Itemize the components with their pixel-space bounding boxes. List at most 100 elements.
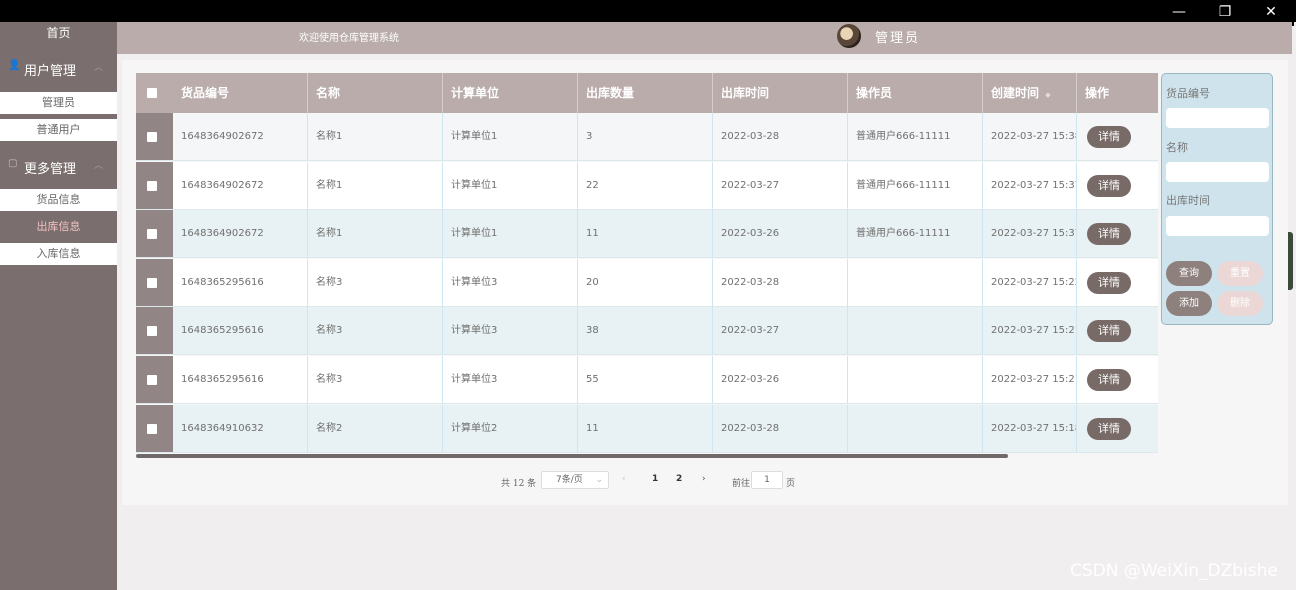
label-name: 名称 <box>1166 141 1188 154</box>
cell-out-time: 2022-03-28 <box>713 113 848 161</box>
sidebar: 首页 👤 用户管理 ︿ 管理员 普通用户 ▢ 更多管理 ︿ 货品信息 出库信息 … <box>0 22 117 590</box>
cell-out-time: 2022-03-28 <box>713 258 848 307</box>
cell-code: 1648364902672 <box>173 113 308 161</box>
sidebar-group-label: 更多管理 <box>24 162 77 177</box>
sidebar-item-admin[interactable]: 管理员 <box>0 92 117 114</box>
column-header-unit[interactable]: 计算单位 <box>443 73 578 113</box>
data-table: 货品编号 名称 计算单位 出库数量 出库时间 操作员 创建时间 ◆ 操作 164… <box>136 73 1158 458</box>
column-header-operator[interactable]: 操作员 <box>848 73 983 113</box>
column-header-code[interactable]: 货品编号 <box>173 73 308 113</box>
cell-code: 1648364902672 <box>173 161 308 210</box>
cell-out-time: 2022-03-27 <box>713 161 848 210</box>
column-header-out-time[interactable]: 出库时间 <box>713 73 848 113</box>
code-input[interactable] <box>1166 108 1269 128</box>
prev-page-button[interactable]: ‹ <box>622 474 626 484</box>
cell-unit: 计算单位1 <box>443 113 578 161</box>
cell-created: 2022-03-27 15:18 <box>983 404 1077 453</box>
page-2[interactable]: 2 <box>676 474 682 484</box>
row-checkbox[interactable] <box>147 277 157 288</box>
cell-quantity: 3 <box>578 113 713 161</box>
add-button[interactable]: 添加 <box>1166 291 1212 316</box>
column-header-name[interactable]: 名称 <box>308 73 443 113</box>
table-row: 1648365295616 名称3 计算单位3 55 2022-03-26 2022-03… <box>136 356 1158 404</box>
row-checkbox-cell <box>136 307 173 355</box>
cell-name: 名称3 <box>308 258 443 307</box>
row-checkbox[interactable] <box>147 132 157 142</box>
chevron-down-icon: ⌄ <box>595 475 603 485</box>
avatar[interactable] <box>837 24 861 48</box>
row-checkbox-cell <box>136 113 173 160</box>
column-header-action: 操作 <box>1085 86 1110 100</box>
sidebar-item-inbound[interactable]: 入库信息 <box>0 243 117 265</box>
cell-created: 2022-03-27 15:37 <box>983 161 1077 210</box>
cell-operator: 普通用户666-11111 <box>848 113 983 161</box>
goto-page-input[interactable]: 1 <box>751 471 783 489</box>
detail-button[interactable]: 详情 <box>1087 126 1131 148</box>
cell-unit: 计算单位3 <box>443 258 578 307</box>
out-time-input[interactable] <box>1166 216 1269 236</box>
sort-icon[interactable]: ◆ <box>1045 91 1050 99</box>
cell-operator <box>848 258 983 307</box>
cell-created: 2022-03-27 15:37 <box>983 210 1077 259</box>
row-checkbox[interactable] <box>147 180 157 191</box>
row-checkbox[interactable] <box>147 229 157 240</box>
row-checkbox[interactable] <box>147 326 157 337</box>
cell-code: 1648365295616 <box>173 258 308 307</box>
detail-button[interactable]: 详情 <box>1087 320 1131 343</box>
username[interactable]: 管理员 <box>875 27 920 46</box>
sidebar-item-normal-user[interactable]: 普通用户 <box>0 119 117 141</box>
table-horizontal-scrollbar[interactable] <box>136 454 1008 458</box>
row-checkbox[interactable] <box>147 423 157 434</box>
detail-button[interactable]: 详情 <box>1087 417 1131 440</box>
row-checkbox-cell <box>136 161 173 209</box>
sidebar-item-goods[interactable]: 货品信息 <box>0 189 117 211</box>
cell-operator: 普通用户666-11111 <box>848 161 983 210</box>
cell-name: 名称2 <box>308 404 443 453</box>
table-header: 货品编号 名称 计算单位 出库数量 出库时间 操作员 创建时间 ◆ 操作 <box>136 73 1158 113</box>
cell-out-time: 2022-03-26 <box>713 356 848 404</box>
reset-button[interactable]: 重置 <box>1217 261 1263 286</box>
row-checkbox-cell <box>136 210 173 258</box>
column-header-quantity[interactable]: 出库数量 <box>578 73 713 113</box>
cell-code: 1648365295616 <box>173 356 308 404</box>
cell-name: 名称1 <box>308 113 443 161</box>
row-checkbox-cell <box>136 258 173 306</box>
page-size-select[interactable]: 7条/页 ⌄ <box>541 471 609 489</box>
sidebar-item-outbound[interactable]: 出库信息 <box>0 216 117 238</box>
delete-button[interactable]: 删除 <box>1217 291 1263 316</box>
chevron-up-icon: ︿ <box>94 63 104 73</box>
cell-quantity: 22 <box>578 161 713 210</box>
table-row: 1648364910632 名称2 计算单位2 11 2022-03-28 2022-03… <box>136 404 1158 453</box>
page-1[interactable]: 1 <box>652 474 658 484</box>
cell-name: 名称3 <box>308 307 443 356</box>
top-header: 欢迎使用仓库管理系统 管理员 <box>117 22 1292 54</box>
table-row: 1648365295616 名称3 计算单位3 20 2022-03-28 2022-03… <box>136 258 1158 307</box>
table-row: 1648364902672 名称1 计算单位1 11 2022-03-26 普通用户666… <box>136 210 1158 259</box>
detail-button[interactable]: 详情 <box>1087 223 1131 246</box>
cell-unit: 计算单位3 <box>443 356 578 404</box>
select-all-checkbox[interactable] <box>147 88 157 98</box>
table-row: 1648364902672 名称1 计算单位1 22 2022-03-27 普通用户666… <box>136 161 1158 210</box>
cell-code: 1648364902672 <box>173 210 308 259</box>
row-checkbox[interactable] <box>147 375 157 385</box>
cell-operator <box>848 356 983 404</box>
cell-quantity: 11 <box>578 210 713 259</box>
header-checkbox-cell <box>136 73 173 113</box>
row-checkbox-cell <box>136 356 173 403</box>
goto-unit: 页 <box>786 479 796 489</box>
row-checkbox-cell <box>136 404 173 452</box>
cell-name: 名称1 <box>308 210 443 259</box>
detail-button[interactable]: 详情 <box>1087 271 1131 294</box>
column-header-created[interactable]: 创建时间 ◆ <box>983 73 1077 113</box>
sidebar-home[interactable]: 首页 <box>0 24 117 41</box>
query-button[interactable]: 查询 <box>1166 261 1212 286</box>
cell-operator: 普通用户666-11111 <box>848 210 983 259</box>
watermark: CSDN @WeiXin_DZbishe <box>1070 561 1278 581</box>
name-input[interactable] <box>1166 162 1269 182</box>
next-page-button[interactable]: › <box>702 474 706 484</box>
cell-unit: 计算单位1 <box>443 210 578 259</box>
detail-button[interactable]: 详情 <box>1087 174 1131 197</box>
cell-created: 2022-03-27 15:21 <box>983 307 1077 356</box>
detail-button[interactable]: 详情 <box>1087 369 1131 391</box>
cell-unit: 计算单位3 <box>443 307 578 356</box>
